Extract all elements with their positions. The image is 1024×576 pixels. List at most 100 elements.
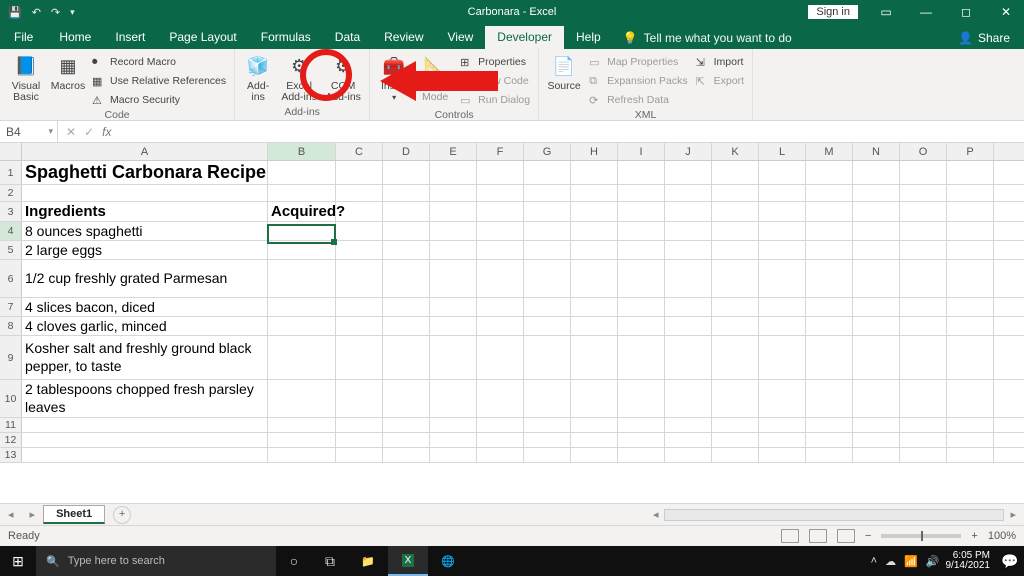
redo-icon[interactable]: ↷ xyxy=(51,6,60,19)
row-header-1[interactable]: 1 xyxy=(0,161,22,184)
cell-I8[interactable] xyxy=(618,317,665,335)
cell-D2[interactable] xyxy=(383,185,430,201)
cell-I11[interactable] xyxy=(618,418,665,432)
tab-page-layout[interactable]: Page Layout xyxy=(157,26,248,49)
cell-E10[interactable] xyxy=(430,380,477,417)
zoom-level[interactable]: 100% xyxy=(988,530,1016,542)
cell-I2[interactable] xyxy=(618,185,665,201)
zoom-in-button[interactable]: + xyxy=(971,530,977,542)
cell-P9[interactable] xyxy=(947,336,994,379)
cell-C2[interactable] xyxy=(336,185,383,201)
cell-I7[interactable] xyxy=(618,298,665,316)
cell-C8[interactable] xyxy=(336,317,383,335)
cell-J12[interactable] xyxy=(665,433,712,447)
column-header-J[interactable]: J xyxy=(665,143,712,160)
cell-N1[interactable] xyxy=(853,161,900,184)
cell-M5[interactable] xyxy=(806,241,853,259)
chevron-down-icon[interactable]: ▾ xyxy=(48,126,53,137)
tab-developer[interactable]: Developer xyxy=(485,26,564,49)
cell-C11[interactable] xyxy=(336,418,383,432)
cell-J4[interactable] xyxy=(665,222,712,240)
cell-P1[interactable] xyxy=(947,161,994,184)
cell-H13[interactable] xyxy=(571,448,618,462)
column-header-G[interactable]: G xyxy=(524,143,571,160)
cell-O13[interactable] xyxy=(900,448,947,462)
cell-G8[interactable] xyxy=(524,317,571,335)
taskbar-app-explorer[interactable]: 📁 xyxy=(348,546,388,576)
volume-icon[interactable]: 🔊 xyxy=(926,555,940,568)
qat-chevron-down-icon[interactable]: ▾ xyxy=(70,7,75,18)
cell-D12[interactable] xyxy=(383,433,430,447)
scroll-right-icon[interactable]: ▸ xyxy=(1010,508,1016,521)
cell-G7[interactable] xyxy=(524,298,571,316)
cell-A9[interactable]: Kosher salt and freshly ground black pep… xyxy=(22,336,268,379)
cell-B4[interactable] xyxy=(268,222,336,240)
cell-I1[interactable] xyxy=(618,161,665,184)
cell-L13[interactable] xyxy=(759,448,806,462)
column-header-N[interactable]: N xyxy=(853,143,900,160)
fx-icon[interactable]: fx xyxy=(102,125,111,139)
taskbar-clock[interactable]: 6:05 PM 9/14/2021 xyxy=(946,551,997,572)
cell-E2[interactable] xyxy=(430,185,477,201)
cell-N12[interactable] xyxy=(853,433,900,447)
cell-J7[interactable] xyxy=(665,298,712,316)
cell-G10[interactable] xyxy=(524,380,571,417)
cell-E9[interactable] xyxy=(430,336,477,379)
visual-basic-button[interactable]: 📘 Visual Basic xyxy=(6,51,46,103)
cell-J3[interactable] xyxy=(665,202,712,221)
row-header-8[interactable]: 8 xyxy=(0,317,22,335)
cell-A10[interactable]: 2 tablespoons chopped fresh parsley leav… xyxy=(22,380,268,417)
task-view-icon[interactable]: ⧉ xyxy=(312,553,348,570)
column-header-E[interactable]: E xyxy=(430,143,477,160)
export-button[interactable]: ⇱Export xyxy=(694,72,746,90)
cell-I6[interactable] xyxy=(618,260,665,297)
cell-I5[interactable] xyxy=(618,241,665,259)
cell-L4[interactable] xyxy=(759,222,806,240)
column-header-P[interactable]: P xyxy=(947,143,994,160)
cell-L2[interactable] xyxy=(759,185,806,201)
cell-A6[interactable]: 1/2 cup freshly grated Parmesan xyxy=(22,260,268,297)
cell-N4[interactable] xyxy=(853,222,900,240)
row-header-7[interactable]: 7 xyxy=(0,298,22,316)
sign-in-button[interactable]: Sign in xyxy=(808,5,858,19)
cell-L5[interactable] xyxy=(759,241,806,259)
cell-C6[interactable] xyxy=(336,260,383,297)
cell-L7[interactable] xyxy=(759,298,806,316)
column-header-C[interactable]: C xyxy=(336,143,383,160)
cell-P6[interactable] xyxy=(947,260,994,297)
wifi-icon[interactable]: 📶 xyxy=(904,555,918,568)
cell-J6[interactable] xyxy=(665,260,712,297)
cell-B12[interactable] xyxy=(268,433,336,447)
cell-P13[interactable] xyxy=(947,448,994,462)
cell-L8[interactable] xyxy=(759,317,806,335)
cell-P4[interactable] xyxy=(947,222,994,240)
cell-G9[interactable] xyxy=(524,336,571,379)
cell-E4[interactable] xyxy=(430,222,477,240)
cell-O3[interactable] xyxy=(900,202,947,221)
cell-A12[interactable] xyxy=(22,433,268,447)
cell-L11[interactable] xyxy=(759,418,806,432)
cell-G4[interactable] xyxy=(524,222,571,240)
cell-H9[interactable] xyxy=(571,336,618,379)
cell-J9[interactable] xyxy=(665,336,712,379)
cell-L10[interactable] xyxy=(759,380,806,417)
cell-E11[interactable] xyxy=(430,418,477,432)
cell-N2[interactable] xyxy=(853,185,900,201)
column-header-I[interactable]: I xyxy=(618,143,665,160)
cell-C5[interactable] xyxy=(336,241,383,259)
cell-B5[interactable] xyxy=(268,241,336,259)
cell-N6[interactable] xyxy=(853,260,900,297)
cell-O9[interactable] xyxy=(900,336,947,379)
cell-C4[interactable] xyxy=(336,222,383,240)
cell-K13[interactable] xyxy=(712,448,759,462)
cell-A7[interactable]: 4 slices bacon, diced xyxy=(22,298,268,316)
cell-F13[interactable] xyxy=(477,448,524,462)
cell-H12[interactable] xyxy=(571,433,618,447)
cell-E5[interactable] xyxy=(430,241,477,259)
column-header-B[interactable]: B xyxy=(268,143,336,160)
cell-O4[interactable] xyxy=(900,222,947,240)
cell-B6[interactable] xyxy=(268,260,336,297)
addins-button[interactable]: 🧊Add- ins xyxy=(241,51,275,103)
cell-N13[interactable] xyxy=(853,448,900,462)
cell-A3[interactable]: Ingredients xyxy=(22,202,268,221)
